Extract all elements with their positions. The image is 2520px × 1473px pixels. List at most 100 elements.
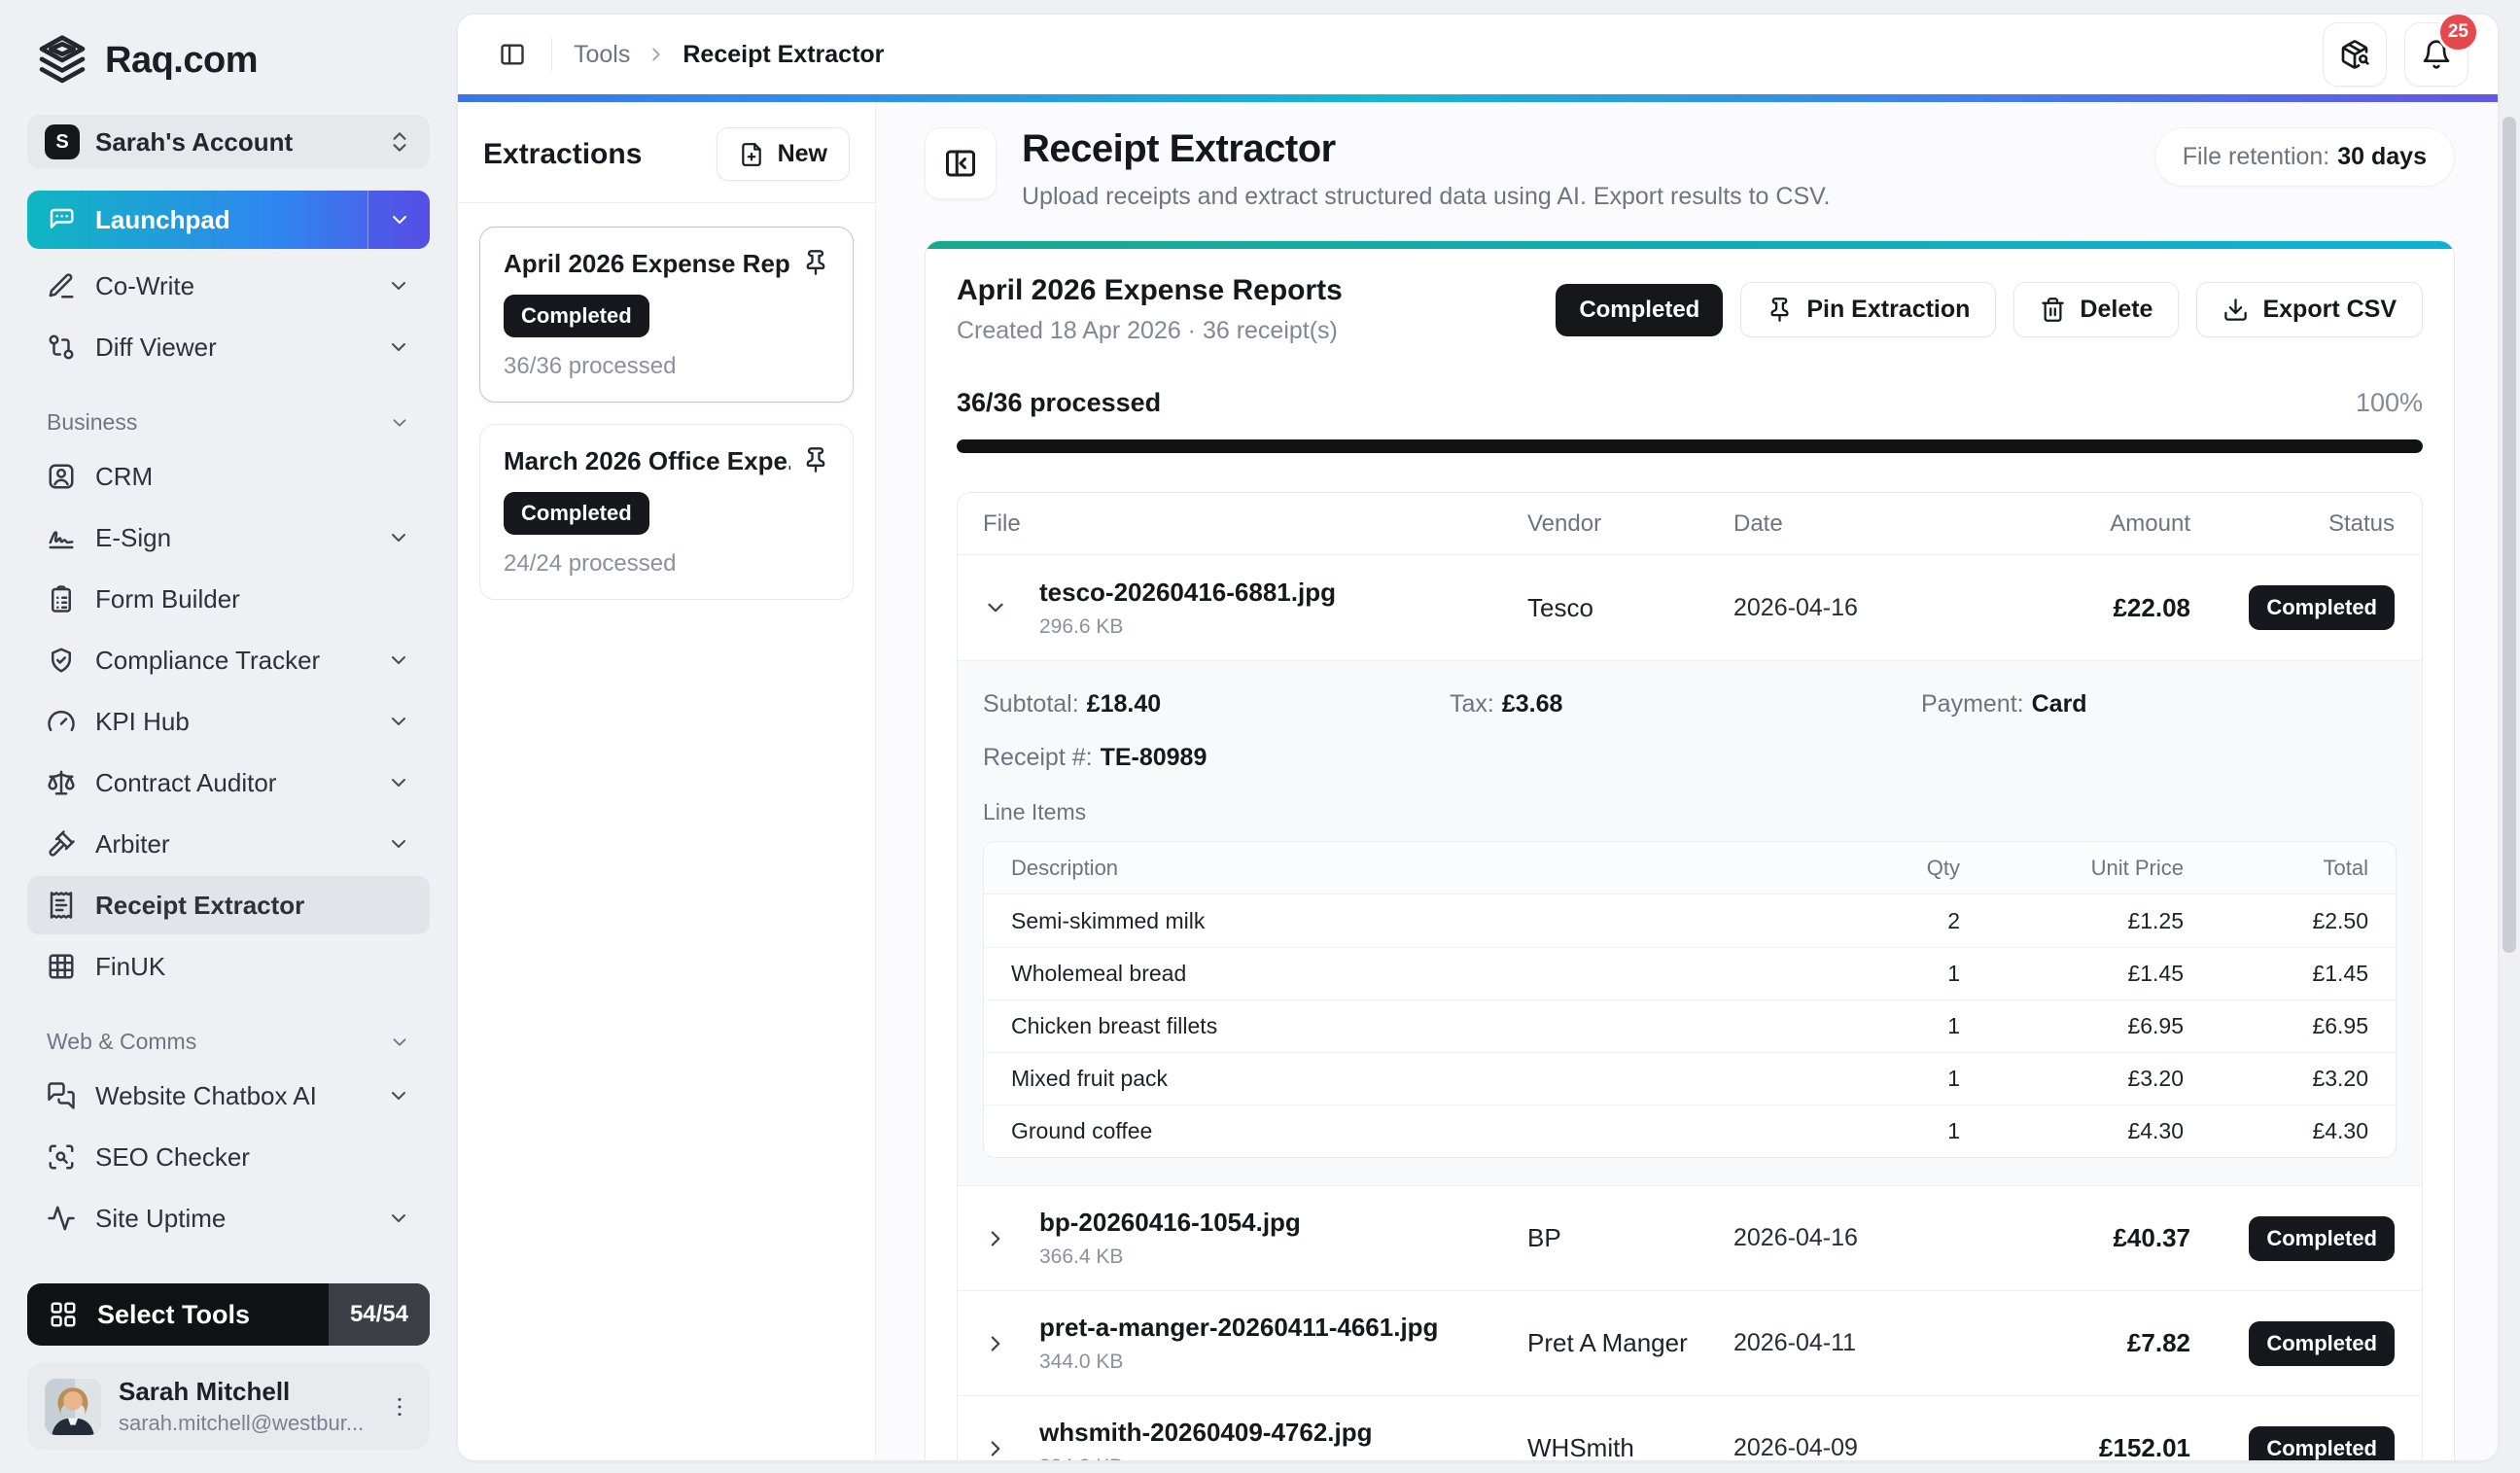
receipt-vendor: Tesco <box>1527 592 1593 622</box>
panel-collapse-icon <box>943 146 978 181</box>
status-badge: Completed <box>2249 1320 2395 1366</box>
pin-extraction-label: Pin Extraction <box>1806 296 1971 323</box>
user-name: Sarah Mitchell <box>119 1377 291 1406</box>
receipt-row[interactable]: pret-a-manger-20260411-4661.jpg 344.0 KB… <box>958 1290 2422 1395</box>
sidebar-item-launchpad[interactable]: Launchpad <box>27 191 430 249</box>
sidebar-item-co-write[interactable]: Co-Write <box>27 257 430 315</box>
receipt-filename: whsmith-20260409-4762.jpg <box>1039 1418 1373 1447</box>
package-search-icon <box>2339 39 2370 70</box>
status-badge: Completed <box>2249 585 2395 630</box>
detail-pane: Receipt Extractor Upload receipts and ex… <box>876 102 2498 1460</box>
receipt-filename: pret-a-manger-20260411-4661.jpg <box>1039 1313 1439 1342</box>
extraction-detail-title: April 2026 Expense Reports <box>957 274 1343 306</box>
sidebar-toggle-button[interactable] <box>487 29 538 80</box>
sidebar-item-crm[interactable]: CRM <box>27 447 430 506</box>
activity-icon <box>47 1204 76 1233</box>
sidebar-item-diff-viewer[interactable]: Diff Viewer <box>27 318 430 376</box>
sidebar-item-label: E-Sign <box>95 522 172 552</box>
account-switcher[interactable]: S Sarah's Account <box>27 115 430 169</box>
pin-extraction-button[interactable]: Pin Extraction <box>1740 282 1997 337</box>
main-panel: Tools Receipt Extractor 25 Extractions N… <box>457 14 2499 1461</box>
sidebar-item-seo-checker[interactable]: SEO Checker <box>27 1128 430 1186</box>
message-dots-icon <box>47 205 76 234</box>
tool-icon-button[interactable] <box>925 127 997 199</box>
launchpad-main[interactable]: Launchpad <box>27 191 368 249</box>
account-initial-badge: S <box>45 124 80 159</box>
export-csv-label: Export CSV <box>2262 296 2397 323</box>
extractions-title: Extractions <box>483 137 643 170</box>
receipts-table: File Vendor Date Amount Status tesco-202… <box>957 492 2423 1460</box>
sidebar-item-site-uptime[interactable]: Site Uptime <box>27 1189 430 1247</box>
sidebar: Raq.com S Sarah's Account Launchpad Co-W… <box>0 0 457 1473</box>
sidebar-item-contract-auditor[interactable]: Contract Auditor <box>27 754 430 812</box>
chevron-down-icon[interactable] <box>983 595 1008 620</box>
launchpad-expand-button[interactable] <box>368 191 430 249</box>
extraction-detail-meta: Created 18 Apr 2026 · 36 receipt(s) <box>957 317 1338 344</box>
export-csv-button[interactable]: Export CSV <box>2196 282 2423 337</box>
pin-icon[interactable] <box>802 249 829 276</box>
extraction-card-march[interactable]: March 2026 Office Expe... Completed 24/2… <box>479 424 854 600</box>
sidebar-item-receipt-extractor[interactable]: Receipt Extractor <box>27 876 430 934</box>
line-item-row: Chicken breast fillets 1 £6.95 £6.95 <box>984 1000 2396 1052</box>
sidebar-item-website-chatbox-ai[interactable]: Website Chatbox AI <box>27 1067 430 1125</box>
receipt-date: 2026-04-09 <box>1733 1434 1858 1460</box>
pin-icon[interactable] <box>802 446 829 473</box>
pen-line-icon <box>47 271 76 300</box>
package-search-button[interactable] <box>2323 22 2387 87</box>
new-extraction-button[interactable]: New <box>716 127 850 181</box>
vertical-scrollbar[interactable] <box>2502 117 2516 953</box>
layout-grid-icon <box>49 1300 78 1329</box>
sidebar-item-label: Receipt Extractor <box>95 890 305 920</box>
col-qty: Qty <box>1926 855 1960 880</box>
select-tools-button[interactable]: Select Tools 54/54 <box>27 1283 430 1346</box>
chevron-right-icon[interactable] <box>983 1331 1008 1356</box>
chevron-down-icon <box>387 526 410 549</box>
tax-field: Tax: £3.68 <box>1450 690 1563 718</box>
receipt-date: 2026-04-16 <box>1733 1224 1858 1251</box>
receipt-amount: £22.08 <box>2113 592 2190 622</box>
user-card[interactable]: Sarah Mitchell sarah.mitchell@westbur... <box>27 1363 430 1450</box>
status-badge: Completed <box>1556 283 1724 336</box>
sidebar-item-compliance-tracker[interactable]: Compliance Tracker <box>27 631 430 689</box>
receipt-number-field: Receipt #: TE-80989 <box>983 744 1208 771</box>
receipt-icon <box>47 891 76 920</box>
gavel-icon <box>47 829 76 859</box>
chevron-down-icon <box>387 274 410 298</box>
sidebar-item-finuk[interactable]: FinUK <box>27 937 430 996</box>
sidebar-item-kpi-hub[interactable]: KPI Hub <box>27 692 430 751</box>
sidebar-item-label: Co-Write <box>95 270 195 300</box>
col-amount: Amount <box>2110 509 2190 537</box>
sidebar-section-web-comms[interactable]: Web & Comms <box>47 1029 410 1055</box>
sidebar-item-label: CRM <box>95 461 154 491</box>
chevron-down-icon <box>387 335 410 359</box>
notifications-button[interactable]: 25 <box>2404 15 2479 87</box>
chevron-right-icon[interactable] <box>983 1226 1008 1251</box>
sidebar-item-arbiter[interactable]: Arbiter <box>27 815 430 873</box>
status-badge: Completed <box>2249 1425 2395 1460</box>
col-unit-price: Unit Price <box>2090 855 2184 880</box>
page-subtitle: Upload receipts and extract structured d… <box>1022 183 1831 210</box>
sidebar-item-label: Launchpad <box>95 204 230 234</box>
payment-field: Payment: Card <box>1921 690 2087 718</box>
line-item-row: Wholemeal bread 1 £1.45 £1.45 <box>984 947 2396 1000</box>
receipt-date: 2026-04-16 <box>1733 593 1858 621</box>
sidebar-item-form-builder[interactable]: Form Builder <box>27 570 430 628</box>
extraction-title: April 2026 Expense Rep... <box>504 249 790 278</box>
new-button-label: New <box>777 140 827 167</box>
delete-button[interactable]: Delete <box>2013 282 2180 337</box>
extraction-card-april[interactable]: April 2026 Expense Rep... Completed 36/3… <box>479 227 854 403</box>
sidebar-item-e-sign[interactable]: E-Sign <box>27 509 430 567</box>
brand: Raq.com <box>27 29 430 91</box>
more-vertical-icon[interactable] <box>387 1394 412 1420</box>
sidebar-item-label: Form Builder <box>95 583 240 614</box>
receipt-row[interactable]: whsmith-20260409-4762.jpg 384.2 KB WHSmi… <box>958 1395 2422 1460</box>
breadcrumb-tools[interactable]: Tools <box>574 41 630 69</box>
col-description: Description <box>1011 855 1119 880</box>
line-item-row: Semi-skimmed milk 2 £1.25 £2.50 <box>1011 907 2368 933</box>
receipt-row[interactable]: bp-20260416-1054.jpg 366.4 KB BP 2026-04… <box>958 1185 2422 1290</box>
chevron-down-icon <box>387 771 410 794</box>
chevron-right-icon[interactable] <box>983 1436 1008 1461</box>
receipt-row[interactable]: tesco-20260416-6881.jpg 296.6 KB Tesco 2… <box>958 555 2422 660</box>
sidebar-section-business[interactable]: Business <box>47 409 410 436</box>
chevron-down-icon <box>387 1207 410 1230</box>
